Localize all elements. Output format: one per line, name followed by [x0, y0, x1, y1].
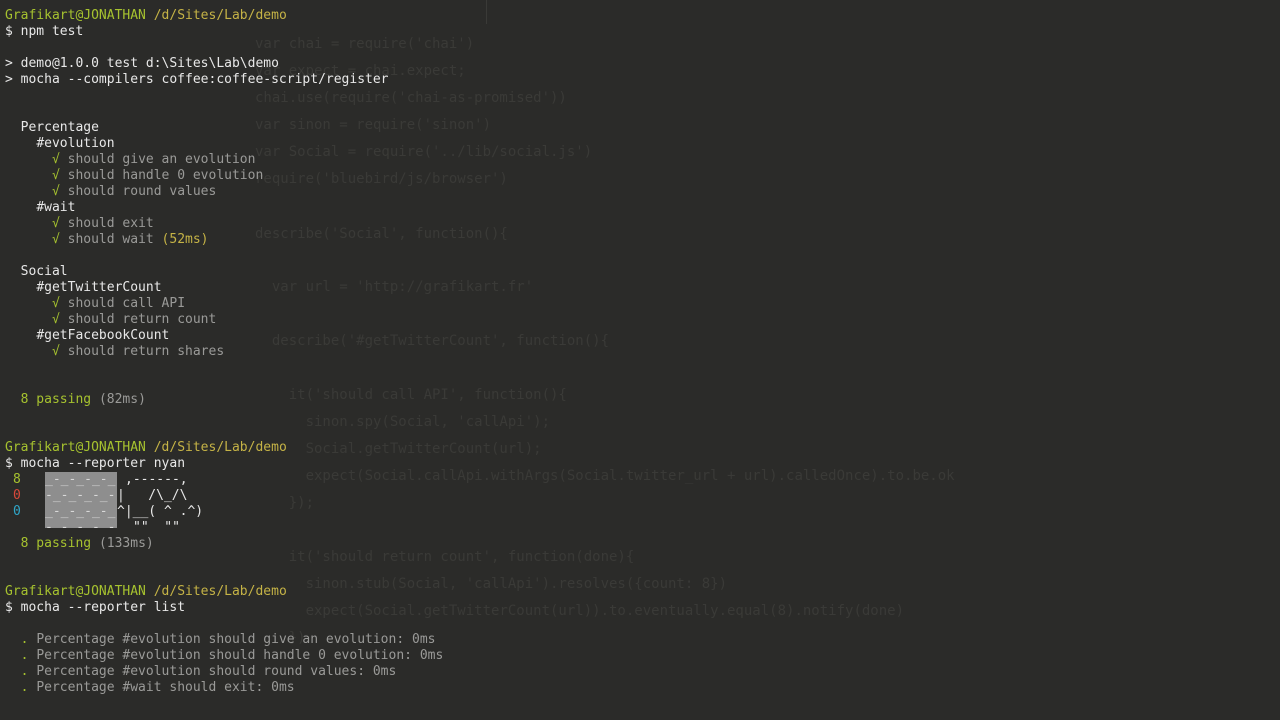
test-pass: √ should give an evolution: [51, 152, 256, 167]
check-icon: √: [51, 168, 60, 183]
test-pass: √ should round values: [51, 184, 217, 199]
test-pass: √ should handle 0 evolution: [51, 168, 264, 183]
check-icon: √: [51, 296, 60, 311]
list-item: . Percentage #evolution should handle 0 …: [20, 648, 444, 663]
nyan-cat-line: ,------,: [125, 472, 188, 487]
check-icon: √: [51, 232, 60, 247]
check-icon: √: [51, 344, 60, 359]
command-text: npm test: [20, 24, 84, 39]
prompt-path: /d/Sites/Lab/demo: [153, 584, 287, 599]
npm-script-line: > mocha --compilers coffee:coffee-script…: [5, 72, 389, 87]
prompt-line: Grafikart@JONATHAN /d/Sites/Lab/demo: [5, 440, 1280, 456]
prompt-symbol: $: [5, 600, 13, 615]
check-icon: √: [51, 152, 60, 167]
prompt-symbol: $: [5, 456, 13, 471]
list-item: . Percentage #evolution should round val…: [20, 664, 397, 679]
test-pass: √ should call API: [51, 296, 186, 311]
nyan-rainbow: _-_-_-_-_ -_-_-_-_- _-_-_-_-_ -_-_-_-_-: [45, 472, 117, 528]
passing-summary: 8 passing (133ms): [20, 536, 154, 551]
fail-count: 0: [13, 488, 21, 503]
prompt-path: /d/Sites/Lab/demo: [153, 440, 287, 455]
command-text: mocha --reporter nyan: [20, 456, 186, 471]
prompt-symbol: $: [5, 24, 13, 39]
prompt-path: /d/Sites/Lab/demo: [153, 8, 287, 23]
terminal-output[interactable]: Grafikart@JONATHAN /d/Sites/Lab/demo $ n…: [5, 8, 1280, 696]
command-text: mocha --reporter list: [20, 600, 186, 615]
test-pass: √ should return count: [51, 312, 217, 327]
nyan-cat-line: ^|__( ^ .^): [117, 504, 204, 519]
command-line: $ mocha --reporter nyan: [5, 456, 1280, 472]
nyan-cat-line: "" "": [133, 520, 180, 535]
test-pass: √ should exit: [51, 216, 154, 231]
prompt-user: Grafikart@JONATHAN: [5, 440, 146, 455]
check-icon: √: [51, 216, 60, 231]
list-item: . Percentage #wait should exit: 0ms: [20, 680, 295, 695]
suite-title: Social: [20, 264, 68, 279]
test-pass: √ should return shares: [51, 344, 225, 359]
list-item: . Percentage #evolution should give an e…: [20, 632, 436, 647]
prompt-user: Grafikart@JONATHAN: [5, 584, 146, 599]
command-line: $ mocha --reporter list: [5, 600, 1280, 616]
pending-count: 0: [13, 504, 21, 519]
npm-script-line: > demo@1.0.0 test d:\Sites\Lab\demo: [5, 56, 279, 71]
group-title: #evolution: [36, 136, 115, 151]
suite-title: Percentage: [20, 120, 99, 135]
prompt-user: Grafikart@JONATHAN: [5, 8, 146, 23]
command-line: $ npm test: [5, 24, 1280, 40]
group-title: #getTwitterCount: [36, 280, 162, 295]
prompt-line: Grafikart@JONATHAN /d/Sites/Lab/demo: [5, 584, 1280, 600]
check-icon: √: [51, 184, 60, 199]
nyan-reporter: 8 0 0 _-_-_-_-_ -_-_-_-_- _-_-_-_-_ -_-_-_-…: [5, 472, 1280, 536]
group-title: #getFacebookCount: [36, 328, 170, 343]
check-icon: √: [51, 312, 60, 327]
test-duration: (52ms): [161, 232, 209, 247]
pass-count: 8: [13, 472, 21, 487]
passing-summary: 8 passing (82ms): [20, 392, 146, 407]
group-title: #wait: [36, 200, 76, 215]
test-pass: √ should wait (52ms): [51, 232, 209, 247]
prompt-line: Grafikart@JONATHAN /d/Sites/Lab/demo: [5, 8, 1280, 24]
nyan-cat-line: | /\_/\: [117, 488, 188, 503]
